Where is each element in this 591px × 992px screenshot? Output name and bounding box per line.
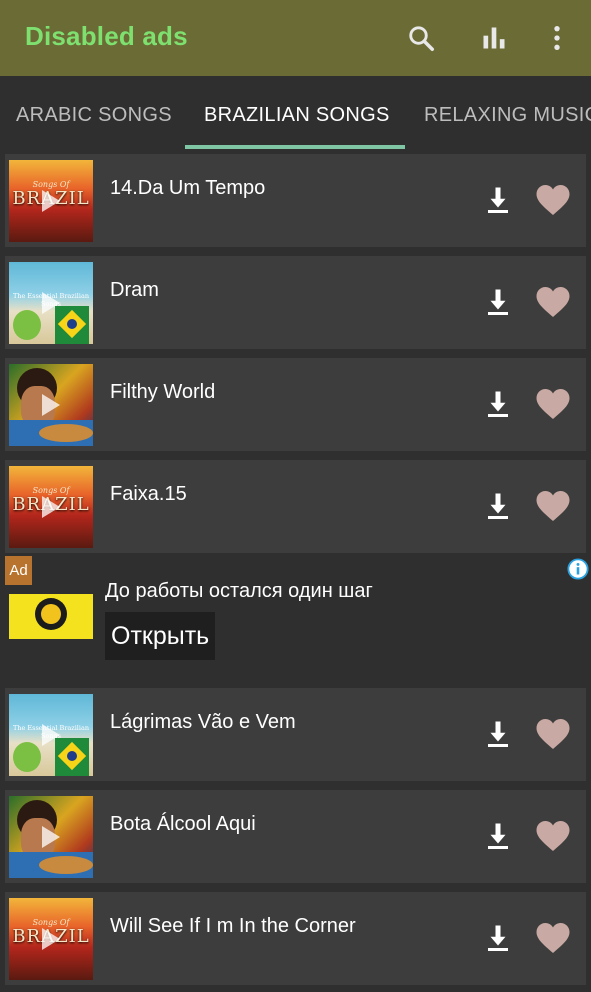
- favorite-heart-icon[interactable]: [535, 489, 571, 523]
- song-title: 14.Da Um Tempo: [110, 177, 266, 199]
- favorite-heart-icon[interactable]: [535, 387, 571, 421]
- tab-brazilian-songs[interactable]: BRAZILIAN SONGS: [204, 104, 390, 127]
- ad-headline: До работы остался один шаг: [105, 580, 373, 602]
- song-row[interactable]: Bota Álcool Aqui: [5, 790, 586, 883]
- favorite-heart-icon[interactable]: [535, 717, 571, 751]
- equalizer-icon[interactable]: [474, 18, 514, 58]
- song-title: Bota Álcool Aqui: [110, 813, 256, 835]
- album-cover: The Essential Brazilian Songs: [9, 262, 93, 344]
- ad-logo: [9, 594, 93, 639]
- song-title: Faixa.15: [110, 483, 187, 505]
- search-icon[interactable]: [401, 18, 441, 58]
- category-tabs: ARABIC SONGS BRAZILIAN SONGS RELAXING MU…: [0, 76, 591, 150]
- favorite-heart-icon[interactable]: [535, 819, 571, 853]
- song-row[interactable]: Songs Of BRAZIL Faixa.15: [5, 460, 586, 553]
- app-title: Disabled ads: [25, 21, 188, 51]
- more-vertical-icon[interactable]: [537, 18, 577, 58]
- favorite-heart-icon[interactable]: [535, 921, 571, 955]
- album-cover: The Essential Brazilian Songs: [9, 694, 93, 776]
- album-cover: [9, 364, 93, 446]
- download-icon[interactable]: [483, 389, 513, 419]
- tab-arabic-songs[interactable]: ARABIC SONGS: [16, 104, 172, 127]
- play-icon: [42, 190, 60, 212]
- album-cover: [9, 796, 93, 878]
- ad-badge: Ad: [5, 556, 32, 585]
- ad-banner[interactable]: Ad До работы остался один шаг Открыть: [5, 556, 591, 675]
- song-title: Filthy World: [110, 381, 216, 403]
- song-title: Lágrimas Vão e Vem: [110, 711, 296, 733]
- song-title: Will See If I m In the Corner: [110, 915, 356, 937]
- song-title: Dram: [110, 279, 159, 301]
- play-icon: [42, 928, 60, 950]
- active-tab-indicator: [185, 145, 405, 149]
- album-cover: Songs Of BRAZIL: [9, 466, 93, 548]
- play-icon: [42, 292, 60, 314]
- album-cover: Songs Of BRAZIL: [9, 160, 93, 242]
- play-icon: [42, 394, 60, 416]
- song-row[interactable]: Filthy World: [5, 358, 586, 451]
- play-icon: [42, 496, 60, 518]
- ad-info-icon[interactable]: [567, 558, 589, 580]
- song-row[interactable]: Songs Of BRAZIL 14.Da Um Tempo: [5, 154, 586, 247]
- song-row[interactable]: The Essential Brazilian Songs Dram: [5, 256, 586, 349]
- download-icon[interactable]: [483, 923, 513, 953]
- song-row[interactable]: Songs Of BRAZIL Will See If I m In the C…: [5, 892, 586, 985]
- download-icon[interactable]: [483, 185, 513, 215]
- download-icon[interactable]: [483, 491, 513, 521]
- app-bar: Disabled ads: [0, 0, 591, 76]
- play-icon: [42, 724, 60, 746]
- download-icon[interactable]: [483, 287, 513, 317]
- favorite-heart-icon[interactable]: [535, 285, 571, 319]
- favorite-heart-icon[interactable]: [535, 183, 571, 217]
- play-icon: [42, 826, 60, 848]
- download-icon[interactable]: [483, 821, 513, 851]
- song-row[interactable]: The Essential Brazilian Songs Lágrimas V…: [5, 688, 586, 781]
- tab-relaxing-music[interactable]: RELAXING MUSIC: [424, 104, 591, 127]
- ad-open-button[interactable]: Открыть: [105, 612, 216, 660]
- download-icon[interactable]: [483, 719, 513, 749]
- album-cover: Songs Of BRAZIL: [9, 898, 93, 980]
